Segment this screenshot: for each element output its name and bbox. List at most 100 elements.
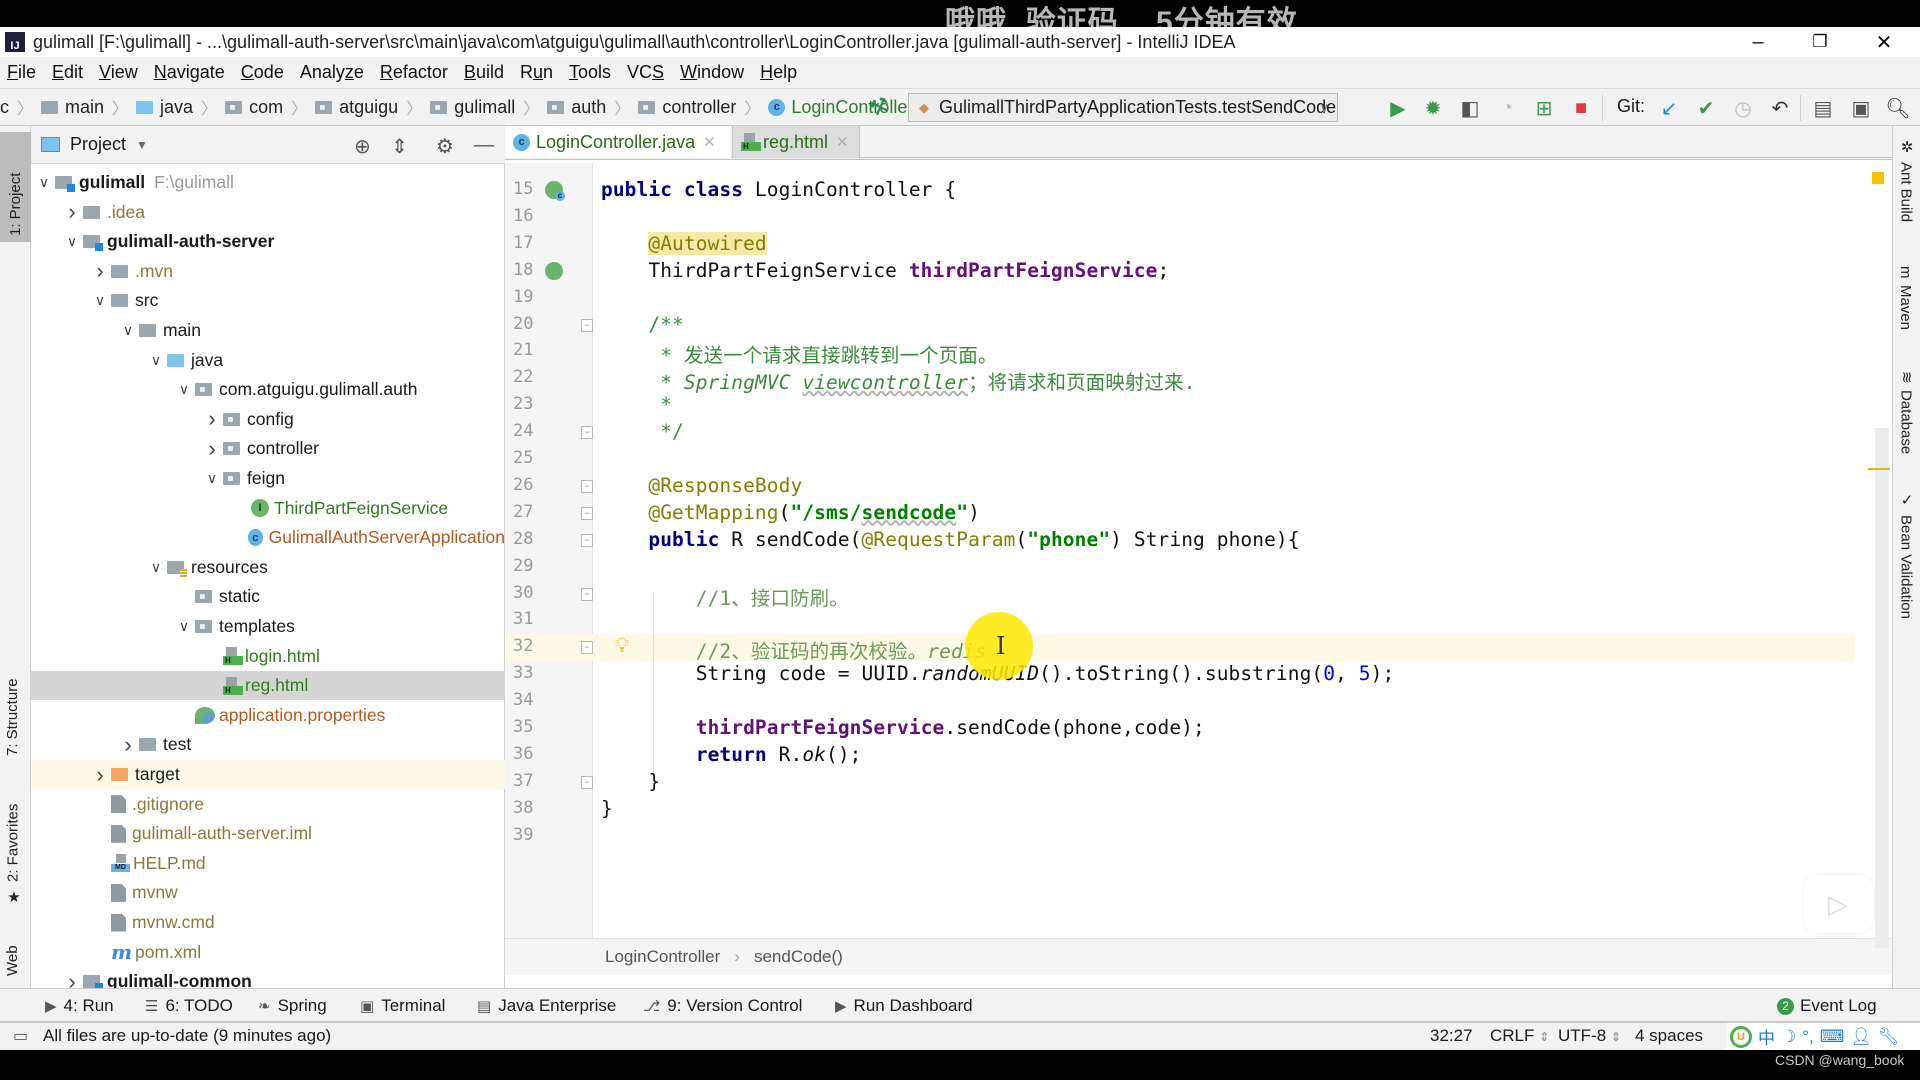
encoding-select[interactable]: UTF-8 ⇕ (1558, 1026, 1621, 1046)
menu-view[interactable]: View (99, 62, 138, 83)
code-line[interactable]: 39 (505, 823, 1855, 850)
nav-crumb-java[interactable]: java 〉 (136, 95, 225, 119)
tree-item[interactable]: mvnw (31, 878, 505, 907)
tree-item[interactable]: › controller (31, 434, 505, 463)
menu-analyze[interactable]: Analyze (300, 62, 364, 83)
tree-item[interactable]: application.properties (31, 701, 505, 730)
menu-help[interactable]: Help (760, 62, 797, 83)
chevron-right-icon[interactable]: › (201, 406, 223, 432)
code-line[interactable]: 31 (505, 607, 1855, 634)
close-tab-icon[interactable]: ✕ (836, 133, 849, 151)
chevron-right-icon[interactable]: › (89, 258, 111, 284)
tree-item[interactable]: ∨ resources (31, 553, 505, 582)
code-line[interactable]: 38} (505, 796, 1855, 823)
git-commit-icon[interactable]: ✔ (1693, 95, 1719, 121)
menu-refactor[interactable]: Refactor (380, 62, 448, 83)
code-line[interactable]: 21 * 发送一个请求直接跳转到一个页面。 (505, 338, 1855, 367)
tree-item[interactable]: reg.html (31, 671, 505, 701)
code-line[interactable]: 20 − /** (505, 312, 1855, 339)
code-line[interactable]: 25 (505, 446, 1855, 473)
git-update-icon[interactable]: ↙ (1656, 95, 1682, 121)
code-line[interactable]: 27 − @GetMapping("/sms/sendcode") (505, 500, 1855, 527)
tool-window-run[interactable]: ▶ 4: Run (45, 996, 114, 1016)
nav-crumb-main[interactable]: main 〉 (41, 95, 136, 119)
locate-file-icon[interactable]: ⊕ (354, 134, 371, 159)
code-line[interactable]: 26 − @ResponseBody (505, 473, 1855, 500)
ime-language[interactable]: 中 (1758, 1024, 1775, 1049)
chevron-down-icon[interactable]: ∨ (145, 352, 167, 369)
chevron-down-icon[interactable]: ∨ (117, 322, 139, 339)
favorites-tool-tab[interactable]: ★ 2: Favorites (4, 776, 23, 906)
run-with-coverage-icon[interactable]: ◧ (1457, 95, 1483, 121)
git-history-icon[interactable]: ◷ (1730, 95, 1756, 121)
tool-window-version-control[interactable]: ⎇ 9: Version Control (643, 996, 802, 1016)
nav-crumb-c[interactable]: c 〉 (0, 95, 41, 119)
status-toggle-icon[interactable]: ▭ (13, 1026, 28, 1046)
inspection-status-marker[interactable] (1872, 172, 1884, 184)
tree-item[interactable]: mvnw.cmd (31, 908, 505, 937)
fold-collapse-icon[interactable]: − (581, 587, 593, 601)
chevron-right-icon[interactable]: › (117, 732, 139, 758)
tool-tab-ant-build[interactable]: ✲ Ant Build (1897, 138, 1916, 222)
hide-panel-icon[interactable]: — (474, 134, 494, 157)
ime-halfwidth-icon[interactable]: ☽ (1781, 1027, 1796, 1047)
code-line[interactable]: 30 − //1、接口防刷。 (505, 581, 1855, 610)
profiler-icon[interactable]: ◔ (1494, 95, 1520, 121)
stop-icon[interactable]: ■ (1568, 95, 1594, 121)
ime-settings-icon[interactable]: 🔧︎ (1878, 1027, 1900, 1047)
run-icon[interactable]: ▶ (1385, 95, 1411, 121)
tree-item[interactable]: › target (31, 760, 505, 789)
tree-item[interactable]: ∨ java (31, 346, 505, 375)
chevron-down-icon[interactable]: ∨ (201, 470, 223, 487)
nav-crumb-atguigu[interactable]: atguigu 〉 (315, 95, 430, 119)
tree-item[interactable]: › .idea (31, 198, 505, 227)
video-play-overlay[interactable]: ▷ (1803, 875, 1873, 933)
breadcrumb-class[interactable]: LoginController (605, 947, 720, 967)
tree-item[interactable]: ∨ feign (31, 464, 505, 493)
code-line[interactable]: 23 * (505, 392, 1855, 419)
git-rollback-icon[interactable]: ↶ (1767, 95, 1793, 121)
code-line[interactable]: 16 (505, 204, 1855, 231)
code-line[interactable]: 35 thirdPartFeignService.sendCode(phone,… (505, 715, 1855, 742)
caret-position[interactable]: 32:27 (1430, 1026, 1473, 1046)
code-line[interactable]: 32− 💡︎ //2、验证码的再次校验。redis (505, 634, 1855, 663)
tree-item[interactable]: ∨ templates (31, 612, 505, 641)
scrollbar-warning-mark[interactable] (1868, 468, 1890, 470)
restore-button[interactable]: ❐ (1790, 27, 1850, 57)
chevron-down-icon[interactable]: ∨ (33, 174, 55, 191)
code-line[interactable]: 15 public class LoginController { (505, 177, 1855, 204)
tree-item[interactable]: ∨ gulimall F:\gulimall (31, 168, 505, 197)
code-line[interactable]: 18 ThirdPartFeignService thirdPartFeignS… (505, 258, 1855, 285)
close-tab-icon[interactable]: ✕ (703, 133, 716, 151)
tool-tab-database[interactable]: ≋ Database (1897, 371, 1916, 454)
project-tool-tab[interactable]: 1: Project (0, 132, 31, 242)
spring-bean-gutter-icon[interactable] (545, 181, 565, 201)
tree-item[interactable]: ∨ main (31, 316, 505, 345)
run-configuration-select[interactable]: ◆ GulimallThirdPartyApplicationTests.tes… (908, 93, 1338, 122)
nav-crumb-com[interactable]: com 〉 (225, 95, 315, 119)
collapse-all-icon[interactable]: ⇕ (391, 134, 408, 159)
autowired-gutter-icon[interactable] (545, 261, 563, 280)
fold-collapse-icon[interactable]: − (581, 533, 593, 547)
tool-tab-maven[interactable]: m Maven (1897, 266, 1914, 330)
tool-window-todo[interactable]: ☰ 6: TODO (145, 996, 233, 1016)
code-line[interactable]: 24 − */ (505, 419, 1855, 446)
menu-file[interactable]: File (7, 62, 36, 83)
editor-scrollbar[interactable] (1875, 428, 1889, 948)
menu-vcs[interactable]: VCS (627, 62, 664, 83)
ime-logo-icon[interactable]: U (1730, 1025, 1752, 1048)
code-line[interactable]: 17 @Autowired (505, 231, 1855, 258)
project-view-select[interactable]: Project ▼ (41, 134, 148, 155)
fold-collapse-icon[interactable]: − (581, 479, 593, 493)
settings-gear-icon[interactable]: ⚙ (436, 134, 454, 159)
tree-item[interactable]: › .mvn (31, 257, 505, 286)
tool-window-run-dashboard[interactable]: ▶ Run Dashboard (835, 996, 973, 1016)
nav-crumb-auth[interactable]: auth 〉 (547, 95, 638, 119)
tool-window-spring[interactable]: ❧ Spring (258, 996, 327, 1016)
tree-item[interactable]: gulimall-auth-server.iml (31, 819, 505, 848)
run-anything-icon[interactable]: ▣ (1848, 95, 1874, 121)
debug-icon[interactable]: ✹ (1420, 95, 1446, 121)
chevron-right-icon[interactable]: › (89, 762, 111, 788)
structure-tool-tab[interactable]: 7: Structure (4, 636, 21, 756)
code-line[interactable]: 29 (505, 554, 1855, 581)
